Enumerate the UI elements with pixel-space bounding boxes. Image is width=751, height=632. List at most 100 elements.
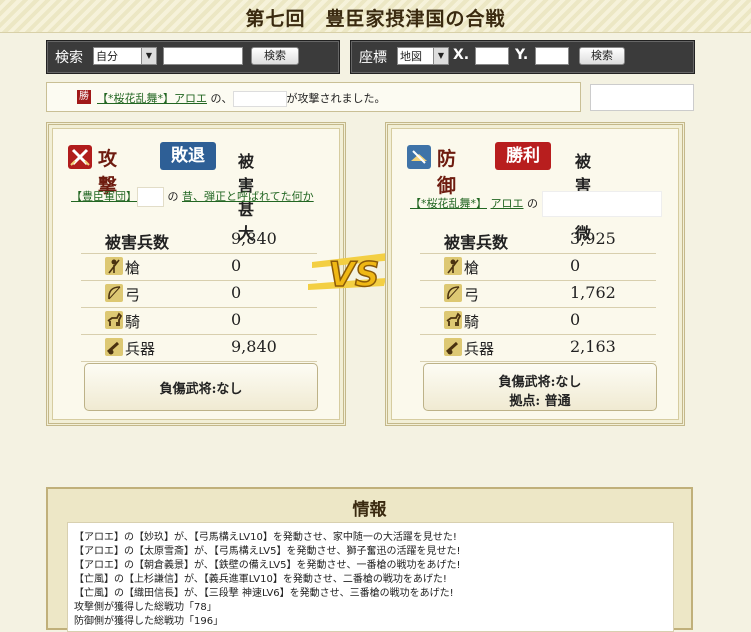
search-input[interactable] xyxy=(163,47,243,65)
stat-name: 兵器 xyxy=(125,340,156,358)
page-title: 第七回 豊臣家摂津国の合戦 xyxy=(245,8,506,30)
stat-name: 弓 xyxy=(464,286,480,304)
stat-name: 騎 xyxy=(464,313,480,331)
search-label: 検索 xyxy=(55,50,83,66)
stat-row-total: 被害兵数 3,925 xyxy=(420,227,656,254)
victory-icon: 勝 xyxy=(77,90,91,104)
info-log: 【アロエ】の【妙玖】が、【弓馬構えLV10】を発動させ、家中随一の大活躍を見せた… xyxy=(67,522,674,632)
siege-icon xyxy=(444,338,462,356)
defense-panel: 防御 勝利 被害軽微 【*桜花乱舞*】 アロエ の 被害兵数 3,925 槍 0… xyxy=(385,122,685,426)
notice-target-blank xyxy=(232,91,287,107)
spear-icon xyxy=(444,257,462,275)
stat-row-bow: 弓 0 xyxy=(81,281,317,308)
coord-bar: 座標 地図 ▼ X. Y. 検索 xyxy=(350,40,695,74)
attack-injury-box: 負傷武将:なし xyxy=(84,363,318,411)
attack-participant: 【豊臣軍団】 の 昔、弾正と呼ばれてた何か xyxy=(71,187,331,207)
attack-player-blank xyxy=(137,187,164,207)
coord-map-select[interactable]: 地図 ▼ xyxy=(397,47,449,65)
log-line: 攻撃側が獲得した総戦功「78」 xyxy=(74,602,217,613)
notice-side-box xyxy=(590,84,694,111)
coord-label: 座標 xyxy=(359,50,387,66)
spear-icon xyxy=(105,257,123,275)
defense-target-blank xyxy=(541,191,662,217)
bow-icon xyxy=(444,284,462,302)
bow-icon xyxy=(105,284,123,302)
horse-icon xyxy=(444,311,462,329)
stat-name: 兵器 xyxy=(464,340,495,358)
coord-search-button[interactable]: 検索 xyxy=(579,47,625,65)
info-title: 情報 xyxy=(352,500,387,520)
notice-alliance-link[interactable]: 【*桜花乱舞*】 xyxy=(97,92,174,105)
log-line: 【アロエ】の【朝倉義景】が、【鉄壁の備えLV5】を発動させ、一番槍の戦功をあげた… xyxy=(74,560,461,571)
info-panel: 情報 【アロエ】の【妙玖】が、【弓馬構えLV10】を発動させ、家中随一の大活躍を… xyxy=(46,487,693,632)
search-scope-select[interactable]: 自分 ▼ xyxy=(93,47,157,65)
stat-name: 槍 xyxy=(125,259,141,277)
notice-message: 【*桜花乱舞*】アロエ の、 が攻撃されました。 xyxy=(97,90,386,107)
shield-icon xyxy=(407,145,431,169)
stat-name: 槍 xyxy=(464,259,480,277)
attack-stats: 被害兵数 9,840 槍 0 弓 0 騎 0 兵器 9,840 xyxy=(81,227,317,362)
horse-icon xyxy=(105,311,123,329)
x-label: X. xyxy=(453,47,470,63)
defense-panel-inner: 防御 勝利 被害軽微 【*桜花乱舞*】 アロエ の 被害兵数 3,925 槍 0… xyxy=(391,128,679,420)
battle-notice: 勝 【*桜花乱舞*】アロエ の、 が攻撃されました。 xyxy=(46,82,581,112)
defense-alliance-link[interactable]: 【*桜花乱舞*】 xyxy=(410,197,487,210)
defense-injury-text: 負傷武将:なし xyxy=(498,375,582,390)
stat-value: 0 xyxy=(231,283,242,302)
log-line: 防御側が獲得した総戦功「196」 xyxy=(74,616,224,627)
log-line: 【亡風】の【織田信長】が、【三段撃 神速LV6】を発動させ、三番槍の戦功をあげた… xyxy=(74,588,454,599)
log-line: 【アロエ】の【太原雪斎】が、【弓馬構えLV5】を発動させ、獅子奮迅の活躍を見せた… xyxy=(74,546,461,557)
attack-result-badge: 敗退 xyxy=(160,142,216,170)
notice-suffix: が攻撃されました。 xyxy=(286,92,386,105)
stat-value: 9,840 xyxy=(231,229,277,248)
stat-row-total: 被害兵数 9,840 xyxy=(81,227,317,254)
stat-row-horse: 騎 0 xyxy=(420,308,656,335)
attack-mid: の xyxy=(167,190,179,203)
stat-value: 0 xyxy=(570,256,581,275)
defense-participant: 【*桜花乱舞*】 アロエ の xyxy=(410,191,670,217)
stat-value: 0 xyxy=(570,310,581,329)
defense-result-badge: 勝利 xyxy=(495,142,551,170)
stat-row-siege: 兵器 9,840 xyxy=(81,335,317,362)
defense-stats: 被害兵数 3,925 槍 0 弓 1,762 騎 0 兵器 2,163 xyxy=(420,227,656,362)
stat-row-bow: 弓 1,762 xyxy=(420,281,656,308)
stat-value: 2,163 xyxy=(570,337,616,356)
stat-value: 0 xyxy=(231,256,242,275)
defense-mid: の xyxy=(527,197,538,210)
search-bar: 検索 自分 ▼ 検索 xyxy=(46,40,340,74)
stat-value: 1,762 xyxy=(570,283,616,302)
y-label: Y. xyxy=(515,47,529,63)
stat-value: 9,840 xyxy=(231,337,277,356)
defense-base-text: 拠点: 普通 xyxy=(509,394,571,409)
defense-injury-box: 負傷武将:なし 拠点: 普通 xyxy=(423,363,657,411)
attack-alliance-link[interactable]: 【豊臣軍団】 xyxy=(71,190,137,203)
stat-name: 被害兵数 xyxy=(444,233,509,252)
attack-target-link[interactable]: 昔、弾正と呼ばれてた何か xyxy=(182,190,314,203)
x-input[interactable] xyxy=(475,47,509,65)
search-scope-value: 自分 xyxy=(96,50,118,63)
log-line: 【亡風】の【上杉謙信】が、【義兵進軍LV10】を発動させ、二番槍の戦功をあげた! xyxy=(74,574,447,585)
log-line: 【アロエ】の【妙玖】が、【弓馬構えLV10】を発動させ、家中随一の大活躍を見せた… xyxy=(74,532,457,543)
stat-value: 3,925 xyxy=(570,229,616,248)
notice-player-link[interactable]: アロエ xyxy=(174,92,207,105)
title-bar: 第七回 豊臣家摂津国の合戦 xyxy=(0,0,751,33)
notice-prefix: の、 xyxy=(207,92,233,105)
stat-row-horse: 騎 0 xyxy=(81,308,317,335)
defense-word: 防御 xyxy=(437,148,458,197)
y-input[interactable] xyxy=(535,47,569,65)
stat-row-siege: 兵器 2,163 xyxy=(420,335,656,362)
chevron-down-icon: ▼ xyxy=(433,48,448,64)
siege-icon xyxy=(105,338,123,356)
defense-player-link[interactable]: アロエ xyxy=(491,197,524,210)
attack-panel-inner: 攻撃 敗退 被害甚大 【豊臣軍団】 の 昔、弾正と呼ばれてた何か 被害兵数 9,… xyxy=(52,128,340,420)
chevron-down-icon: ▼ xyxy=(141,48,156,64)
stat-name: 被害兵数 xyxy=(105,233,170,252)
stat-name: 騎 xyxy=(125,313,141,331)
stat-row-spear: 槍 0 xyxy=(420,254,656,281)
stat-value: 0 xyxy=(231,310,242,329)
attack-panel: 攻撃 敗退 被害甚大 【豊臣軍団】 の 昔、弾正と呼ばれてた何か 被害兵数 9,… xyxy=(46,122,346,426)
attack-injury-text: 負傷武将:なし xyxy=(159,382,243,397)
vs-text: VS xyxy=(329,255,380,295)
stat-name: 弓 xyxy=(125,286,141,304)
search-button[interactable]: 検索 xyxy=(251,47,299,65)
